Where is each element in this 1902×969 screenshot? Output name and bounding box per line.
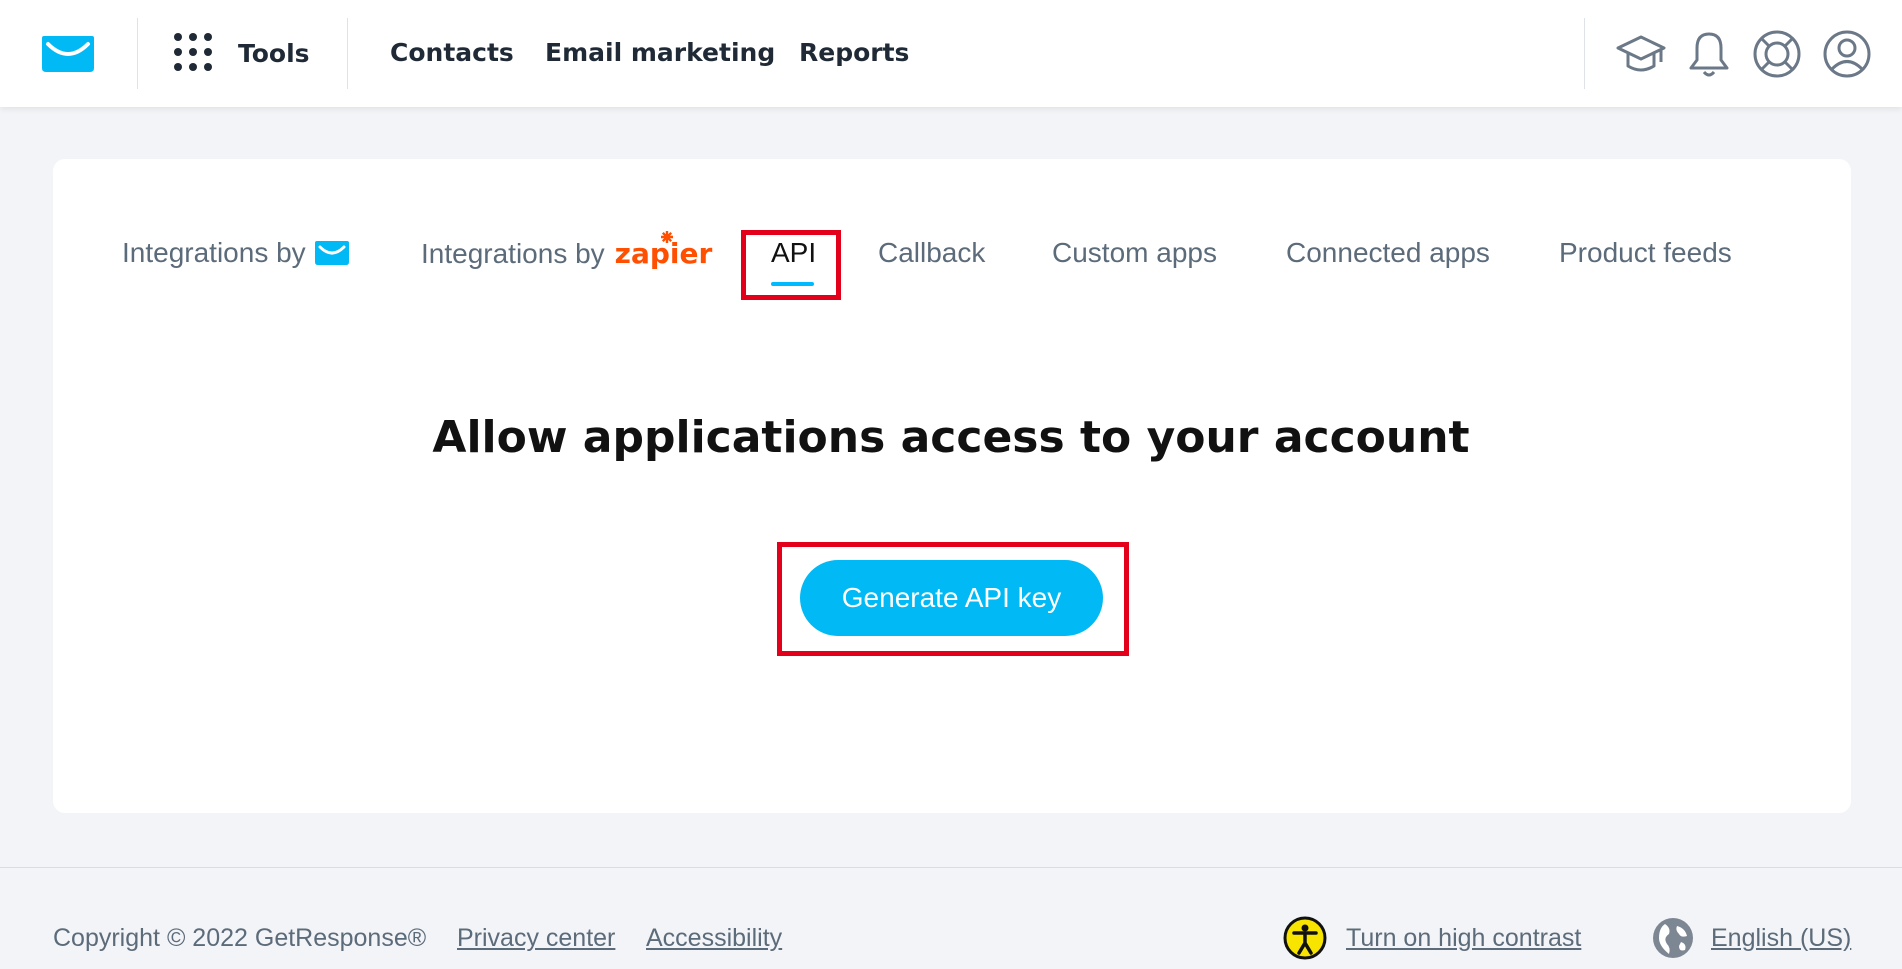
copyright-text: Copyright © 2022 GetResponse® [53, 924, 427, 952]
graduation-cap-icon[interactable] [1615, 28, 1667, 80]
tab-product-feeds[interactable]: Product feeds [1559, 237, 1732, 269]
page-heading: Allow applications access to your accoun… [432, 412, 1470, 463]
active-tab-indicator [771, 282, 814, 286]
tab-label: Integrations by [122, 237, 306, 268]
tab-custom-apps[interactable]: Custom apps [1052, 237, 1217, 269]
nav-contacts[interactable]: Contacts [390, 38, 514, 67]
tab-label: Integrations by [421, 237, 605, 269]
language-selector-link[interactable]: English (US) [1711, 924, 1851, 953]
lifebuoy-icon[interactable] [1751, 28, 1803, 80]
apps-grid-icon [174, 33, 214, 73]
header-divider [137, 18, 138, 89]
generate-api-key-button[interactable]: Generate API key [800, 560, 1103, 636]
high-contrast-link[interactable]: Turn on high contrast [1346, 924, 1581, 953]
bell-icon[interactable] [1683, 28, 1735, 80]
privacy-center-link[interactable]: Privacy center [457, 924, 615, 953]
user-account-icon[interactable] [1821, 28, 1873, 80]
tab-integrations-getresponse[interactable]: Integrations by [122, 237, 350, 269]
tab-callback[interactable]: Callback [878, 237, 985, 269]
header-divider [347, 18, 348, 89]
tools-menu-button[interactable]: Tools [174, 32, 310, 74]
getresponse-logo-icon[interactable] [40, 34, 96, 74]
globe-icon [1653, 918, 1693, 958]
getresponse-logo-icon [314, 241, 349, 265]
accessibility-link[interactable]: Accessibility [646, 924, 782, 953]
tab-api[interactable]: API [771, 237, 816, 269]
zapier-asterisk-icon [661, 231, 673, 243]
accessibility-icon[interactable] [1283, 916, 1327, 960]
top-navigation-bar: Tools Contacts Email marketing Reports [0, 0, 1902, 107]
footer-divider [0, 867, 1902, 868]
tab-connected-apps[interactable]: Connected apps [1286, 237, 1490, 269]
nav-email-marketing[interactable]: Email marketing [545, 38, 775, 67]
header-divider [1584, 18, 1585, 89]
nav-reports[interactable]: Reports [799, 38, 909, 67]
tools-label: Tools [238, 38, 310, 68]
tab-integrations-zapier[interactable]: Integrations by zapier [421, 231, 712, 270]
